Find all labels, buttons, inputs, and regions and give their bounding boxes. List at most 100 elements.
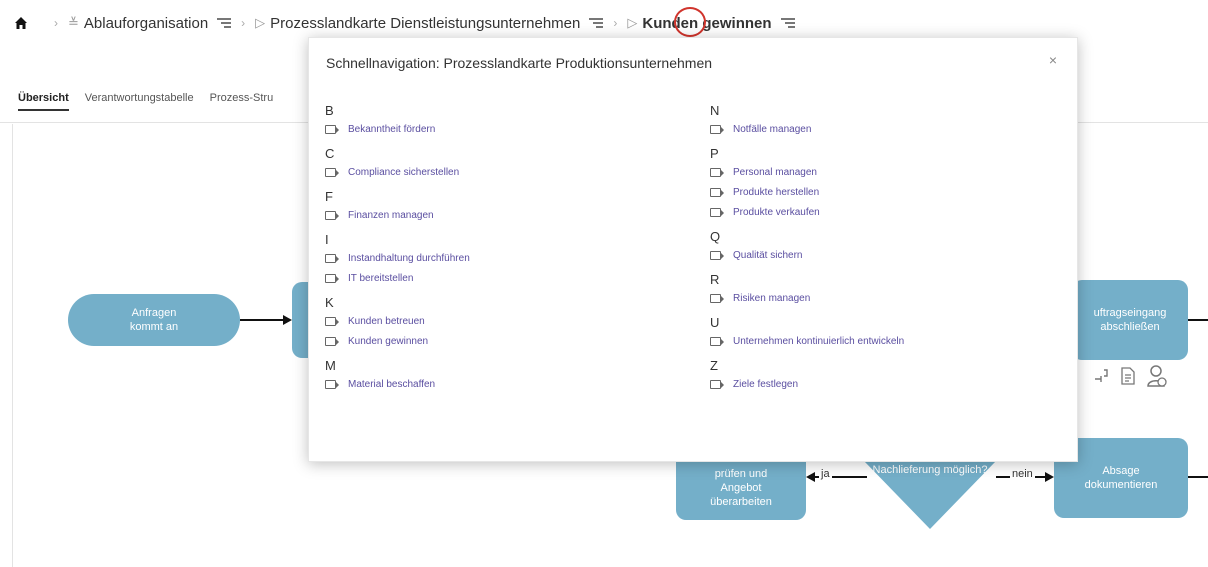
group-letter: I <box>325 232 329 247</box>
process-icon <box>325 316 339 326</box>
process-icon <box>710 207 724 217</box>
tab-verantwortungstabelle[interactable]: Verantwortungstabelle <box>85 92 194 111</box>
process-link[interactable]: Compliance sicherstellen <box>325 162 685 182</box>
quick-navigation-dialog: Schnellnavigation: Prozesslandkarte Prod… <box>308 37 1078 462</box>
process-link[interactable]: Produkte verkaufen <box>710 202 1070 222</box>
close-icon[interactable]: × <box>1049 52 1057 68</box>
group-letter: U <box>710 315 720 330</box>
org-structure-icon: ≚ <box>68 15 79 30</box>
crumb-kunden-gewinnen[interactable]: ▷ Kunden gewinnen <box>627 14 795 32</box>
arrow-head <box>1045 472 1054 482</box>
process-link-label: Kunden betreuen <box>348 315 425 327</box>
edge-line <box>1188 476 1208 478</box>
edge-label-nein: nein <box>1010 468 1035 480</box>
process-icon <box>710 167 724 177</box>
crumb-label: Ablauforganisation <box>83 14 209 32</box>
letter-group: P Personal managen Produkte herstellen Prod… <box>710 145 1070 222</box>
tab-uebersicht[interactable]: Übersicht <box>18 92 69 111</box>
process-icon <box>710 379 724 389</box>
arrow-head <box>806 472 815 482</box>
crumb-label: Kunden gewinnen <box>642 14 772 32</box>
crumb-label: Prozesslandkarte Dienstleistungsunterneh… <box>270 14 581 32</box>
letter-group: N Notfälle managen <box>710 102 1070 139</box>
crumb-ablauforganisation[interactable]: ≚ Ablauforganisation <box>68 14 232 32</box>
node-label: Anfragen kommt an <box>129 307 179 333</box>
crumb-menu-icon[interactable] <box>780 18 795 28</box>
process-link[interactable]: Produkte herstellen <box>710 182 1070 202</box>
group-letter: K <box>325 295 334 310</box>
process-link-label: Kunden gewinnen <box>348 335 429 347</box>
crumb-menu-icon[interactable] <box>217 18 232 28</box>
process-icon <box>710 293 724 303</box>
quicknav-column-left: B Bekanntheit fördern C Compliance sicherst… <box>325 102 685 400</box>
document-icon[interactable] <box>1120 367 1136 385</box>
group-letter: R <box>710 272 720 287</box>
tab-prozess-struktur[interactable]: Prozess-Stru <box>210 92 274 111</box>
process-link[interactable]: Finanzen managen <box>325 205 685 225</box>
edge-line <box>1188 319 1208 321</box>
process-link[interactable]: Risiken managen <box>710 288 1070 308</box>
process-link[interactable]: Qualität sichern <box>710 245 1070 265</box>
decision-node[interactable]: Nachlieferung möglich? <box>864 461 996 531</box>
group-letter: P <box>710 146 719 161</box>
process-icon <box>710 187 724 197</box>
group-letter: M <box>325 358 336 373</box>
crumb-menu-icon[interactable] <box>589 18 604 28</box>
process-link[interactable]: Instandhaltung durchführen <box>325 248 685 268</box>
node-label: Absage dokumentieren <box>1084 465 1158 491</box>
node-anfragen[interactable]: Anfragen kommt an <box>68 294 240 346</box>
breadcrumb-separator: › <box>613 16 618 30</box>
node-toolbar <box>1092 364 1168 388</box>
process-link-label: Produkte herstellen <box>733 186 820 198</box>
node-auftragseingang[interactable]: uftragseingang abschließen <box>1072 280 1188 360</box>
process-link-label: Bekanntheit fördern <box>348 123 436 135</box>
process-link-label: Unternehmen kontinuierlich entwickeln <box>733 335 905 347</box>
group-letter: N <box>710 103 720 118</box>
crumb-prozesslandkarte[interactable]: ▷ Prozesslandkarte Dienstleistungsuntern… <box>255 14 604 32</box>
process-icon <box>325 210 339 220</box>
process-link-label: Risiken managen <box>733 292 811 304</box>
node-pruefen[interactable]: prüfen und Angebot überarbeiten <box>676 456 806 520</box>
decision-label: Nachlieferung möglich? <box>872 464 988 476</box>
letter-group: C Compliance sicherstellen <box>325 145 685 182</box>
group-letter: C <box>325 146 335 161</box>
process-icon: ▷ <box>627 15 638 30</box>
process-link[interactable]: Notfälle managen <box>710 119 1070 139</box>
process-icon <box>325 167 339 177</box>
process-link-label: Notfälle managen <box>733 123 812 135</box>
group-letter: F <box>325 189 333 204</box>
process-link[interactable]: IT bereitstellen <box>325 268 685 288</box>
process-icon: ▷ <box>255 15 266 30</box>
letter-group: Z Ziele festlegen <box>710 357 1070 394</box>
process-link-label: Ziele festlegen <box>733 378 799 390</box>
process-link[interactable]: Unternehmen kontinuierlich entwickeln <box>710 331 1070 351</box>
process-link[interactable]: Kunden gewinnen <box>325 331 685 351</box>
process-link[interactable]: Bekanntheit fördern <box>325 119 685 139</box>
process-link[interactable]: Kunden betreuen <box>325 311 685 331</box>
process-icon <box>325 124 339 134</box>
arrow-head <box>283 315 292 325</box>
process-icon <box>710 124 724 134</box>
process-link-label: Personal managen <box>733 166 817 178</box>
letter-group: Q Qualität sichern <box>710 228 1070 265</box>
responsible-person-icon[interactable] <box>1146 364 1168 388</box>
highlight-circle <box>674 7 706 37</box>
quicknav-column-right: N Notfälle managen P Personal managen Produk… <box>710 102 1070 400</box>
node-label: prüfen und Angebot überarbeiten <box>710 468 772 508</box>
dialog-title: Schnellnavigation: Prozesslandkarte Prod… <box>326 55 713 71</box>
group-letter: B <box>325 103 334 118</box>
process-icon <box>325 273 339 283</box>
process-link-label: Qualität sichern <box>733 249 803 261</box>
process-link[interactable]: Material beschaffen <box>325 374 685 394</box>
page: › ≚ Ablauforganisation › ▷ Prozesslandka… <box>0 0 1208 567</box>
letter-group: B Bekanntheit fördern <box>325 102 685 139</box>
node-label: uftragseingang abschließen <box>1093 307 1167 333</box>
tab-bar: Übersicht Verantwortungstabelle Prozess-… <box>18 92 273 111</box>
process-link[interactable]: Personal managen <box>710 162 1070 182</box>
link-icon[interactable] <box>1092 367 1110 385</box>
home-icon[interactable] <box>12 14 30 32</box>
breadcrumb-separator: › <box>241 16 246 30</box>
edge-line <box>240 319 284 321</box>
process-link-label: Finanzen managen <box>348 209 434 221</box>
process-link[interactable]: Ziele festlegen <box>710 374 1070 394</box>
